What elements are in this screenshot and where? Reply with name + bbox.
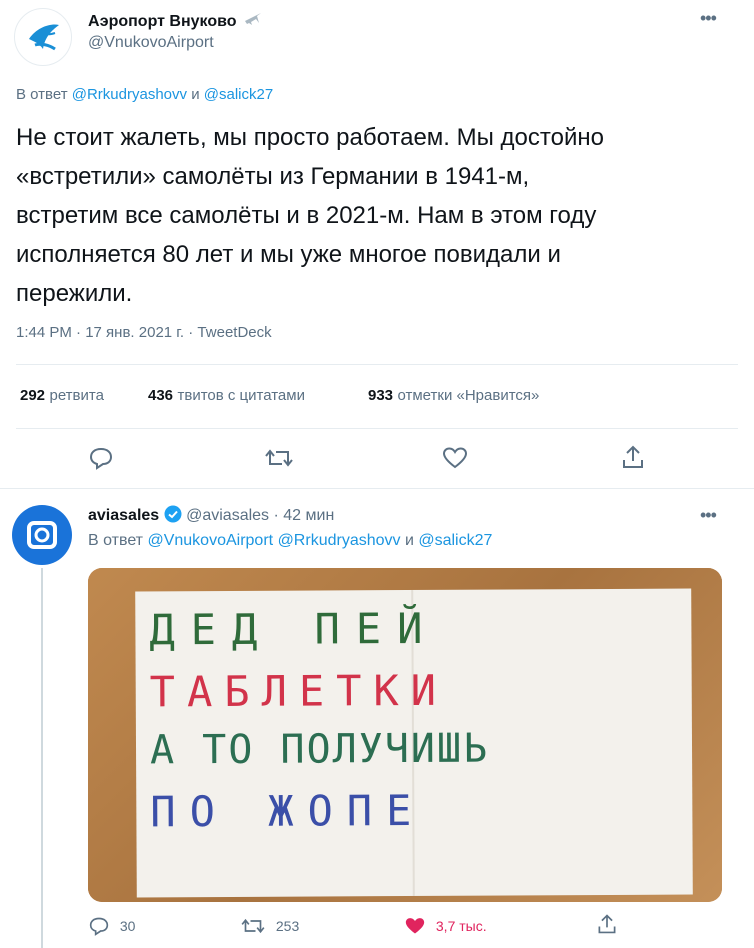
likes-count: 933 [368,387,394,404]
note-line-2: ТАБЛЕТКИ [149,665,449,717]
share-icon[interactable] [620,444,646,470]
retweets-stat[interactable]: 292 ретвита [20,387,104,405]
tweet2-header: aviasales @aviasales · 42 мин [88,505,334,525]
more-options-icon[interactable]: ••• [700,8,717,29]
author-handle[interactable]: @VnukovoAirport [88,34,214,52]
tweet-text-line: встретим все самолёты и в 2021-м. Нам в … [16,202,597,229]
author-handle[interactable]: @aviasales [186,507,269,524]
verified-icon [164,505,182,523]
heart-filled-icon [404,916,426,936]
divider [16,364,738,365]
like-icon[interactable] [442,446,468,470]
divider [0,488,754,489]
tweet-text: Не стоит жалеть, мы просто работаем. Мы … [16,118,746,313]
retweet-icon[interactable] [264,446,294,470]
tweet-text-line: «встретили» самолёты из Германии в 1941-… [16,163,530,190]
reply-mention-2[interactable]: @salick27 [204,86,273,103]
paper-note: ДЕД ПЕЙ ТАБЛЕТКИ А ТО ПОЛУЧИШЬ ПО ЖОПЕ [135,588,693,898]
quotes-count: 436 [148,387,174,404]
retweet-count: 253 [275,918,300,934]
more-options-icon[interactable]: ••• [700,505,717,526]
reply-prefix: В ответ [16,86,68,103]
avatar-aviasales[interactable] [12,505,72,565]
reply-and: и [191,86,200,103]
reply-count: 30 [119,918,136,934]
retweet-action[interactable]: 253 [240,916,299,936]
reply-prefix: В ответ [88,532,144,549]
retweet-icon [240,916,266,936]
like-action[interactable]: 3,7 тыс. [404,916,487,936]
airplane-icon [243,10,263,28]
author-name-text[interactable]: Аэропорт Внуково [88,13,237,30]
divider [16,428,738,429]
note-line-4: ПО ЖОПЕ [150,785,426,837]
author-name[interactable]: aviasales [88,507,159,524]
avatar-vnukovo[interactable] [14,8,72,66]
quotes-label: твитов с цитатами [177,387,305,404]
reply-and: и [404,532,414,549]
tweet-text-line: исполняется 80 лет и мы уже многое повид… [16,241,561,268]
tweet-text-line: Не стоит жалеть, мы просто работаем. Мы … [16,124,604,151]
reply-context: В ответ @Rrkudryashovv и @salick27 [16,86,273,103]
note-line-1: ДЕД ПЕЙ [149,603,439,655]
reply-icon[interactable] [88,446,114,470]
author-name[interactable]: Аэропорт Внуково [88,10,263,31]
retweets-count: 292 [20,387,46,404]
tweet-time[interactable]: · 42 мин [274,507,335,524]
tweet-text-line: пережили. [16,280,133,307]
quotes-stat[interactable]: 436 твитов с цитатами [148,387,305,405]
reply-mention-2[interactable]: @Rrkudryashovv [278,532,401,549]
like-count: 3,7 тыс. [435,918,487,934]
likes-label: отметки «Нравится» [397,387,540,404]
tweet-photo[interactable]: ДЕД ПЕЙ ТАБЛЕТКИ А ТО ПОЛУЧИШЬ ПО ЖОПЕ [88,568,722,902]
tweet-meta[interactable]: 1:44 PM · 17 янв. 2021 г. · TweetDeck [16,324,272,341]
reply-mention-3[interactable]: @salick27 [418,532,492,549]
share-icon[interactable] [596,912,618,936]
vnukovo-logo-icon [29,24,59,51]
reply-action[interactable]: 30 [88,916,135,936]
likes-stat[interactable]: 933 отметки «Нравится» [368,387,539,405]
reply-mention-1[interactable]: @VnukovoAirport [147,532,273,549]
aviasales-logo-icon [27,521,57,549]
reply-mention-1[interactable]: @Rrkudryashovv [72,86,187,103]
reply-icon [88,916,110,936]
reply-context: В ответ @VnukovoAirport @Rrkudryashovv и… [88,532,492,550]
thread-line [41,568,43,948]
retweets-label: ретвита [49,387,104,404]
note-line-3: А ТО ПОЛУЧИШЬ [149,725,490,774]
